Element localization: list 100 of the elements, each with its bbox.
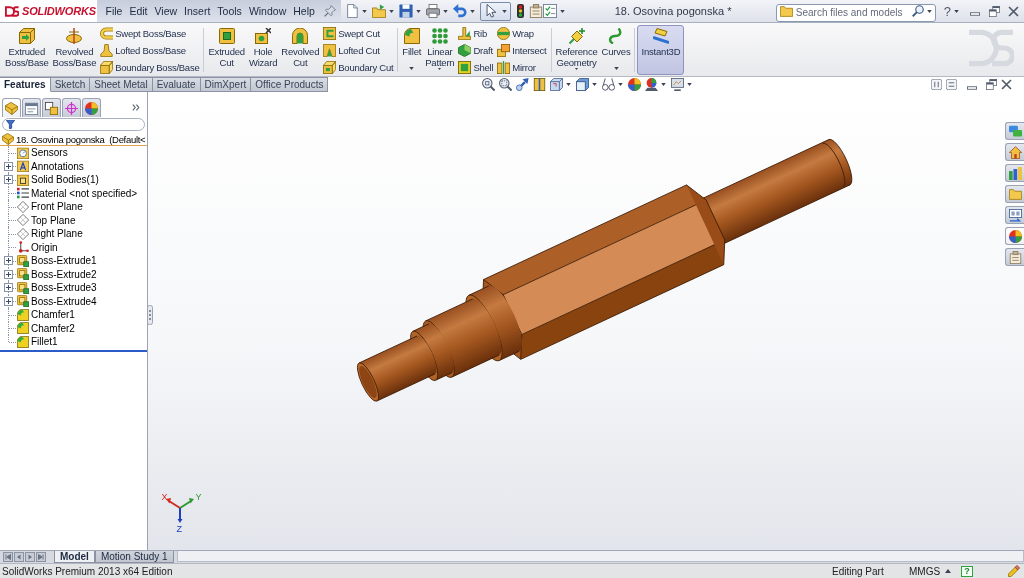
- expand-icon[interactable]: [4, 269, 13, 279]
- command-tab[interactable]: Features: [0, 77, 51, 92]
- menu-item[interactable]: File: [102, 5, 126, 17]
- rollback-bar[interactable]: [0, 349, 147, 352]
- panel-tab[interactable]: [42, 98, 61, 117]
- command-tab[interactable]: Sketch: [50, 77, 91, 92]
- ribbon-small-button[interactable]: Lofted Cut: [322, 43, 395, 57]
- zoom-area-icon[interactable]: [499, 78, 513, 91]
- ribbon-small-button[interactable]: Intersect: [496, 43, 548, 57]
- tile-window-icon[interactable]: [946, 79, 957, 90]
- tree-root-item[interactable]: 18. Osovina pogonska (Default<: [0, 133, 147, 146]
- ribbon-button[interactable]: Linear Pattern: [423, 25, 457, 75]
- caret-icon[interactable]: [613, 67, 619, 70]
- select-button[interactable]: [480, 1, 512, 21]
- caret-icon[interactable]: [954, 9, 959, 13]
- menu-item[interactable]: Edit: [125, 5, 151, 17]
- expand-icon[interactable]: [4, 296, 13, 306]
- double-chevron-icon[interactable]: [132, 104, 140, 111]
- model-tab[interactable]: Model: [54, 551, 95, 563]
- close-icon[interactable]: [1001, 79, 1012, 90]
- tree-item[interactable]: Chamfer2: [31, 322, 75, 334]
- ribbon-small-button[interactable]: Wrap: [496, 26, 548, 40]
- caret-icon[interactable]: [470, 9, 476, 13]
- quick-tips-button[interactable]: ?: [961, 565, 973, 577]
- restore-icon[interactable]: [986, 79, 997, 90]
- split-block-icon[interactable]: [533, 78, 547, 91]
- panel-tab[interactable]: [62, 98, 81, 117]
- tree-item[interactable]: Sensors: [31, 147, 68, 159]
- caret-icon[interactable]: [945, 569, 951, 573]
- panel-tab[interactable]: [82, 98, 101, 117]
- clipboard-icon[interactable]: [529, 4, 544, 18]
- expand-icon[interactable]: [4, 256, 13, 266]
- pencil-icon[interactable]: [1008, 565, 1020, 577]
- ribbon-small-button[interactable]: Swept Boss/Base: [99, 26, 201, 40]
- ribbon-small-button[interactable]: Lofted Boss/Base: [99, 43, 201, 57]
- command-tab[interactable]: DimXpert: [200, 77, 252, 92]
- funnel-icon[interactable]: [6, 120, 15, 129]
- cube-icon[interactable]: [550, 78, 564, 91]
- tree-item[interactable]: Fillet1: [31, 336, 58, 348]
- close-icon[interactable]: [1008, 5, 1019, 17]
- menu-item[interactable]: Window: [245, 5, 290, 17]
- menu-item[interactable]: Insert: [180, 5, 214, 17]
- ribbon-small-button[interactable]: Draft: [457, 43, 495, 57]
- splitter-handle[interactable]: [147, 305, 153, 325]
- ball-on-stand-icon[interactable]: [645, 78, 659, 91]
- filter-field[interactable]: [2, 118, 145, 131]
- tree-item[interactable]: Boss-Extrude2: [31, 268, 97, 280]
- restore-icon[interactable]: [989, 5, 1000, 17]
- task-pane-tab[interactable]: [1005, 122, 1024, 140]
- model-tab[interactable]: Motion Study 1: [94, 551, 174, 563]
- checklist-icon[interactable]: [543, 4, 558, 18]
- tree-item[interactable]: Top Plane: [31, 214, 76, 226]
- caret-icon[interactable]: [409, 67, 415, 70]
- pushpin-icon[interactable]: [324, 5, 337, 17]
- caret-icon[interactable]: [416, 9, 422, 13]
- task-pane-tab[interactable]: [1005, 143, 1024, 161]
- task-pane-tab[interactable]: [1005, 227, 1024, 245]
- left-arrow-icon[interactable]: [14, 552, 24, 562]
- ribbon-button[interactable]: Curves: [599, 25, 633, 75]
- tree-item[interactable]: Annotations: [31, 160, 84, 172]
- minimize-icon[interactable]: [970, 12, 980, 16]
- color-ball-icon[interactable]: [628, 78, 642, 91]
- caret-icon[interactable]: [566, 83, 572, 86]
- minimize-icon[interactable]: [967, 85, 977, 90]
- help-button[interactable]: ?: [943, 3, 951, 19]
- ribbon-small-button[interactable]: Boundary Cut: [322, 60, 395, 74]
- command-tab[interactable]: Evaluate: [152, 77, 201, 92]
- panel-tab[interactable]: [2, 98, 21, 117]
- caret-icon[interactable]: [443, 9, 449, 13]
- tree-item[interactable]: Boss-Extrude1: [31, 255, 97, 267]
- skip-to-end-icon[interactable]: [36, 552, 46, 562]
- caret-icon[interactable]: [574, 68, 580, 70]
- printer-icon[interactable]: [426, 4, 441, 18]
- ribbon-button[interactable]: Reference Geometry: [553, 25, 600, 75]
- task-pane-tab[interactable]: [1005, 164, 1024, 182]
- ribbon-small-button[interactable]: Shell: [457, 60, 495, 74]
- menu-item[interactable]: Tools: [213, 5, 246, 17]
- glasses-icon[interactable]: [602, 78, 616, 91]
- expand-icon[interactable]: [4, 161, 13, 171]
- diagonal-arrow-icon[interactable]: [516, 78, 530, 91]
- caret-icon[interactable]: [389, 9, 395, 13]
- tree-item[interactable]: Right Plane: [31, 228, 83, 240]
- caret-icon[interactable]: [592, 83, 598, 86]
- horizontal-scrollbar[interactable]: [176, 551, 1024, 562]
- caret-icon[interactable]: [661, 83, 667, 86]
- skip-to-start-icon[interactable]: [3, 552, 13, 562]
- ribbon-button[interactable]: Extruded Boss/Base: [3, 25, 51, 75]
- shaded-cube-icon[interactable]: [576, 78, 590, 91]
- menu-item[interactable]: Help: [289, 5, 319, 17]
- expand-icon[interactable]: [4, 175, 13, 185]
- tree-item[interactable]: Chamfer1: [31, 309, 75, 321]
- ribbon-small-button[interactable]: Swept Cut: [322, 26, 395, 40]
- ribbon-button[interactable]: Revolved Boss/Base: [50, 25, 99, 75]
- task-pane-tab[interactable]: [1005, 206, 1024, 224]
- task-pane-tab[interactable]: [1005, 248, 1024, 266]
- command-tab[interactable]: Sheet Metal: [90, 77, 153, 92]
- tree-item[interactable]: Front Plane: [31, 201, 83, 213]
- traffic-light-icon[interactable]: [517, 4, 525, 18]
- caret-icon[interactable]: [618, 83, 624, 86]
- right-arrow-icon[interactable]: [25, 552, 35, 562]
